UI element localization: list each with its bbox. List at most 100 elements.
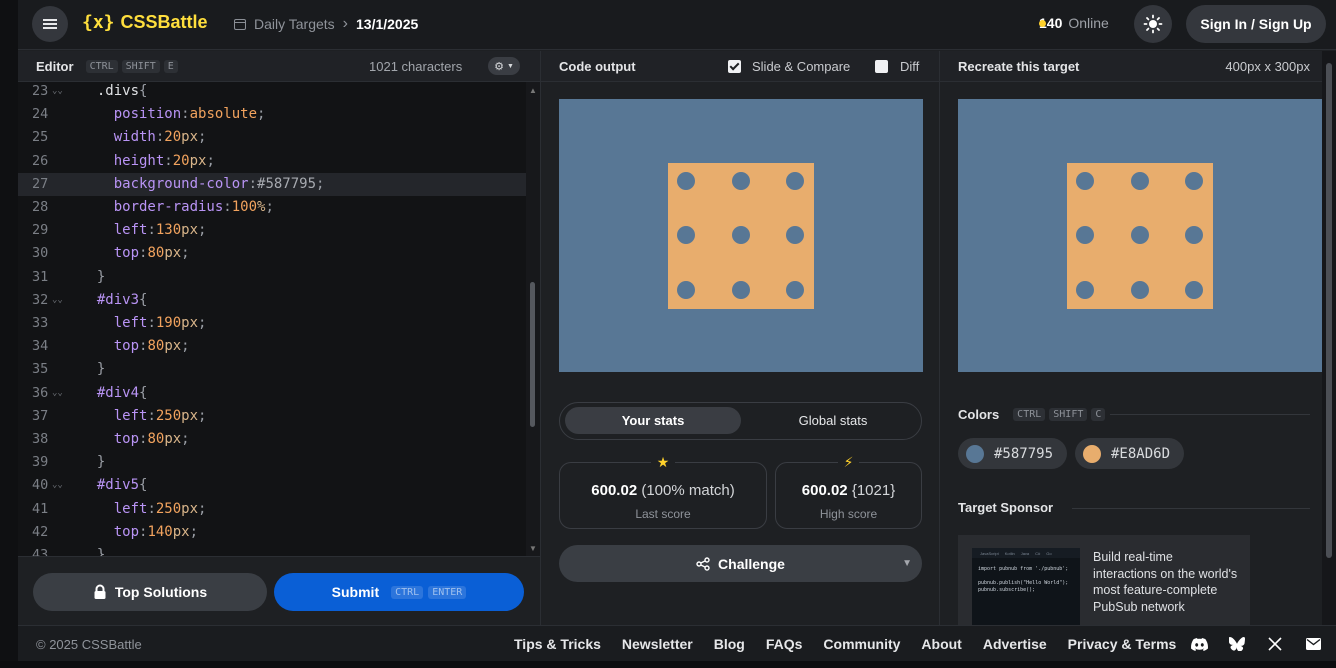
color-swatch-587795[interactable]: #587795 <box>958 438 1068 469</box>
scroll-up-icon[interactable]: ▲ <box>529 86 537 95</box>
editor-scrollbar[interactable]: ▲ ▼ <box>526 82 540 556</box>
line-number: 33 <box>32 315 49 331</box>
calendar-icon <box>234 18 246 30</box>
code-line[interactable]: 24 position:absolute; <box>18 103 526 126</box>
sponsor-ad[interactable]: JavaScript Kotlin Java C# Go import pubn… <box>958 535 1250 625</box>
fold-toggle-icon[interactable]: ⌄⌄ <box>52 82 63 103</box>
diff-label[interactable]: Diff <box>900 59 919 74</box>
tab-your-stats[interactable]: Your stats <box>565 407 741 434</box>
chevron-down-icon[interactable]: ▼ <box>902 558 912 569</box>
footer-link-newsletter[interactable]: Newsletter <box>622 636 693 652</box>
fold-toggle-icon[interactable]: ⌄⌄ <box>52 474 63 497</box>
code-token: top <box>80 338 140 355</box>
footer-link-advertise[interactable]: Advertise <box>983 636 1047 652</box>
page-scrollbar-thumb[interactable] <box>1326 63 1332 558</box>
line-number: 38 <box>32 431 49 447</box>
tab-global-stats[interactable]: Global stats <box>750 407 916 434</box>
sponsor-ad-text[interactable]: Build real-time interactions on the worl… <box>1093 549 1238 615</box>
x-icon[interactable] <box>1266 635 1284 653</box>
mail-icon[interactable] <box>1304 635 1322 653</box>
footer-link-privacy[interactable]: Privacy & Terms <box>1068 636 1177 652</box>
code-line[interactable]: 39 } <box>18 451 526 474</box>
discord-icon[interactable] <box>1190 635 1208 653</box>
theme-toggle-button[interactable] <box>1134 5 1172 43</box>
target-dot <box>1076 281 1094 299</box>
code-token: { <box>139 291 148 308</box>
footer-link-faqs[interactable]: FAQs <box>766 636 803 652</box>
code-token: ; <box>316 175 325 192</box>
code-line[interactable]: 41 left:250px; <box>18 498 526 521</box>
editor-title: Editor CTRL SHIFT E <box>36 59 178 74</box>
code-line[interactable]: 28 border-radius:100%; <box>18 196 526 219</box>
code-line[interactable]: 32 ⌄⌄ #div3{ <box>18 289 526 312</box>
code-line[interactable]: 30 top:80px; <box>18 242 526 265</box>
code-line[interactable]: 36 ⌄⌄ #div4{ <box>18 382 526 405</box>
code-line[interactable]: 26 height:20px; <box>18 150 526 173</box>
sign-in-button[interactable]: Sign In / Sign Up <box>1186 5 1326 43</box>
code-line[interactable]: 43 } <box>18 544 526 556</box>
target-dot <box>1131 172 1149 190</box>
code-token: { <box>139 83 148 99</box>
target-title: Recreate this target <box>958 59 1080 74</box>
scroll-down-icon[interactable]: ▼ <box>529 544 537 553</box>
code-text: } <box>80 544 105 556</box>
line-number: 39 <box>32 454 49 471</box>
code-line[interactable]: 29 left:130px; <box>18 219 526 242</box>
footer-link-blog[interactable]: Blog <box>714 636 745 652</box>
code-line[interactable]: 23 ⌄⌄ .divs{ <box>18 82 526 103</box>
fold-toggle-icon[interactable]: ⌄⌄ <box>52 382 63 405</box>
slide-compare-label[interactable]: Slide & Compare <box>752 59 850 74</box>
submit-button[interactable]: Submit CTRL ENTER <box>274 573 524 611</box>
code-line[interactable]: 33 left:190px; <box>18 312 526 335</box>
target-panel: Recreate this target 400px x 300px Color… <box>939 51 1323 625</box>
code-line[interactable]: 27 background-color:#587795; <box>18 172 526 196</box>
top-solutions-label: Top Solutions <box>114 584 208 600</box>
page-scrollbar[interactable] <box>1322 51 1336 625</box>
slide-compare-checkbox[interactable] <box>728 60 741 73</box>
footer-link-about[interactable]: About <box>921 636 961 652</box>
stats-tabs: Your stats Global stats <box>559 402 922 440</box>
bluesky-icon[interactable] <box>1228 635 1246 653</box>
code-token: 80 <box>147 245 165 262</box>
code-line[interactable]: 37 left:250px; <box>18 405 526 428</box>
menu-button[interactable] <box>32 6 68 42</box>
output-canvas[interactable] <box>559 99 923 372</box>
color-dot-icon <box>1083 444 1101 463</box>
footer: © 2025 CSSBattle Tips & Tricks Newslette… <box>18 625 1336 661</box>
footer-link-tips[interactable]: Tips & Tricks <box>514 636 601 652</box>
divider <box>1110 414 1310 415</box>
top-solutions-button[interactable]: Top Solutions <box>33 573 267 611</box>
target-canvas[interactable] <box>958 99 1322 372</box>
breadcrumb-daily-targets[interactable]: Daily Targets <box>254 16 335 32</box>
target-dot <box>1185 172 1203 190</box>
sponsor-ad-image: JavaScript Kotlin Java C# Go import pubn… <box>972 548 1080 625</box>
diff-checkbox[interactable] <box>875 60 888 73</box>
code-line[interactable]: 40 ⌄⌄ #div5{ <box>18 474 526 497</box>
code-line[interactable]: 25 width:20px; <box>18 126 526 149</box>
code-token: ; <box>206 152 215 169</box>
code-line[interactable]: 42 top:140px; <box>18 521 526 544</box>
logo[interactable]: {x} CSSBattle <box>82 12 208 33</box>
target-dot <box>1131 281 1149 299</box>
line-number: 41 <box>32 500 49 517</box>
code-line[interactable]: 38 top:80px; <box>18 428 526 451</box>
color-swatch-e8ad6d[interactable]: #E8AD6D <box>1075 438 1185 469</box>
code-token: #div3 <box>80 291 140 308</box>
line-number: 29 <box>32 222 49 239</box>
ad-tab: Go <box>1046 551 1052 556</box>
code-token: height <box>80 152 165 169</box>
code-token: absolute <box>189 106 258 123</box>
fold-toggle-icon[interactable]: ⌄⌄ <box>52 289 63 312</box>
breadcrumb: Daily Targets › 13/1/2025 <box>234 15 418 33</box>
logo-name: CSSBattle <box>120 12 208 32</box>
code-token: .divs <box>80 83 140 99</box>
output-dot <box>732 172 750 190</box>
code-line[interactable]: 31 } <box>18 266 526 289</box>
challenge-button[interactable]: Challenge ▼ <box>559 545 922 582</box>
editor-settings-button[interactable]: ⚙ ▼ <box>488 57 520 75</box>
code-line[interactable]: 35 } <box>18 358 526 381</box>
footer-link-community[interactable]: Community <box>823 636 900 652</box>
scrollbar-thumb[interactable] <box>530 282 535 427</box>
code-line[interactable]: 34 top:80px; <box>18 335 526 358</box>
code-editor[interactable]: 23 ⌄⌄ .divs{24 position:absolute; 25 width… <box>18 82 526 556</box>
